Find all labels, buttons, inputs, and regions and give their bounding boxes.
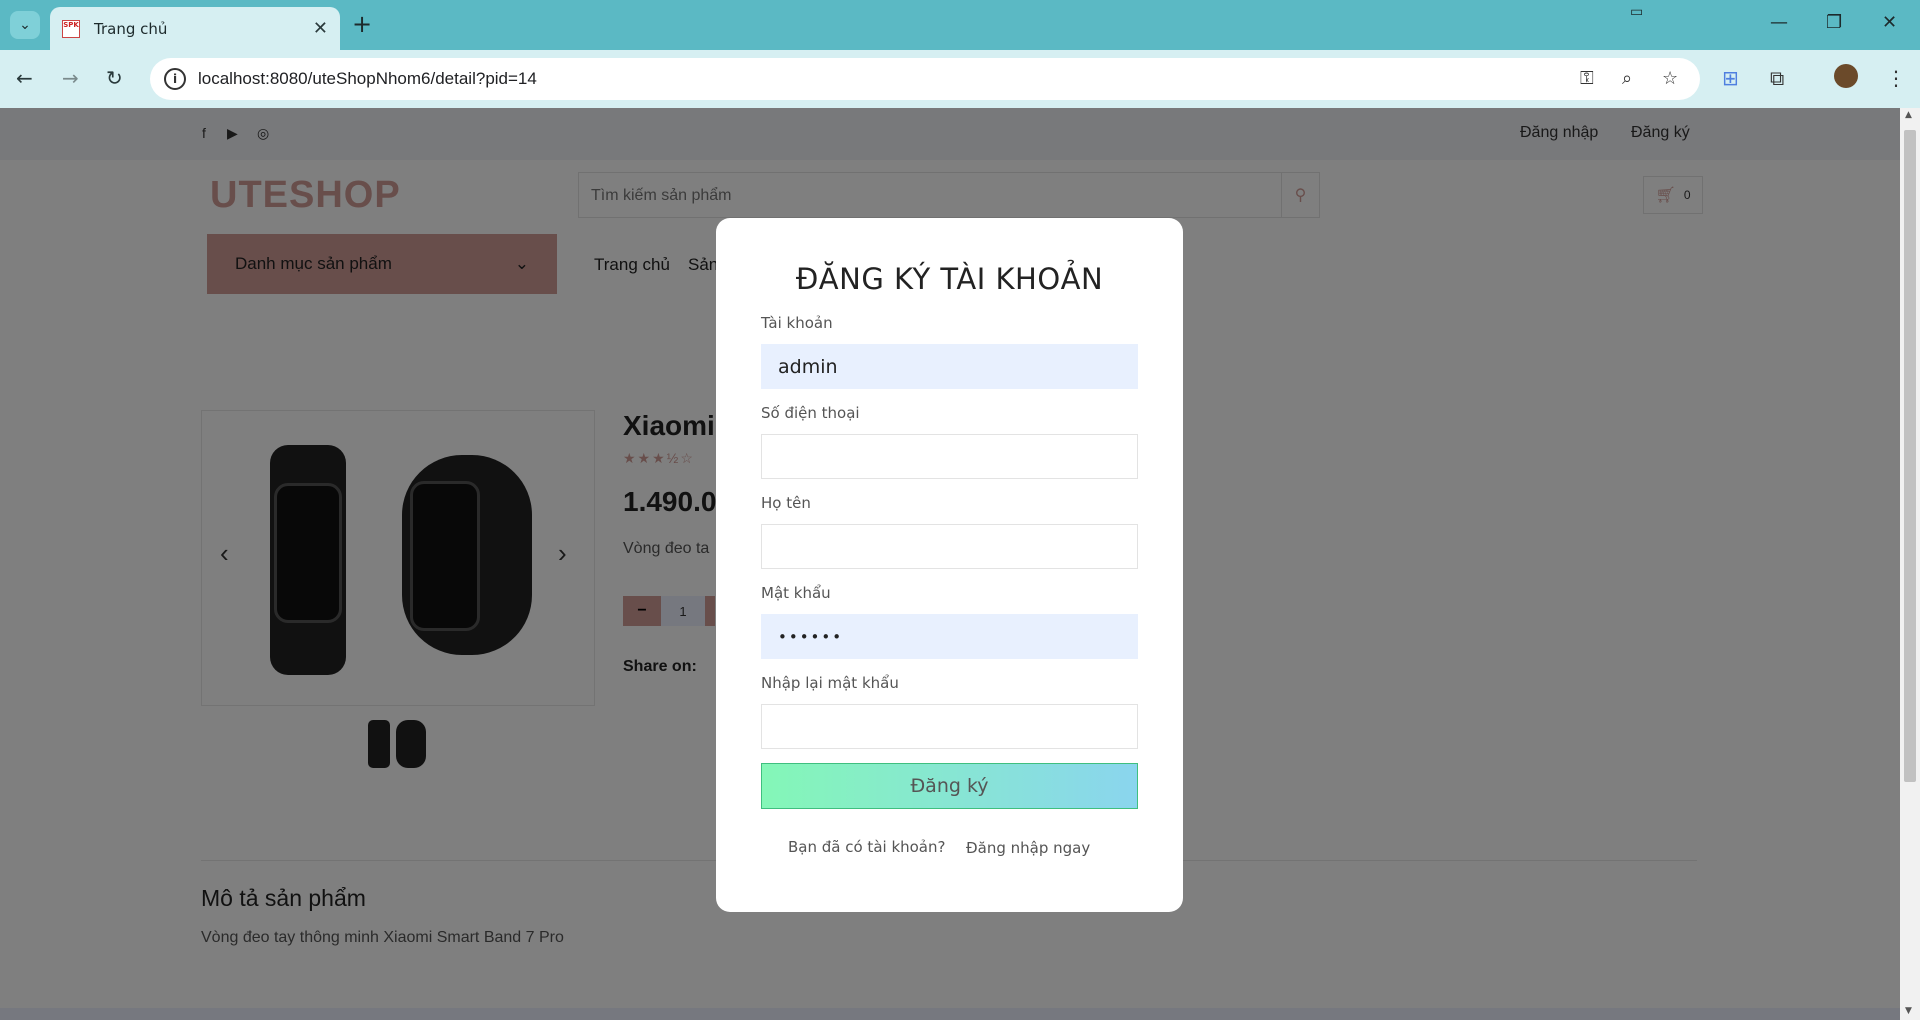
confirm-password-field[interactable] (761, 704, 1138, 749)
scroll-down-icon[interactable]: ▼ (1905, 1006, 1912, 1016)
close-window-button[interactable]: ✕ (1882, 12, 1897, 33)
restore-button[interactable]: ❐ (1826, 12, 1842, 33)
extensions-icon[interactable]: ⧉ (1770, 66, 1784, 90)
modal-title: ĐĂNG KÝ TÀI KHOẢN (795, 262, 1104, 296)
back-icon[interactable]: ← (16, 66, 33, 90)
bookmark-star-icon[interactable]: ☆ (1662, 68, 1678, 89)
register-button[interactable]: Đăng ký (761, 763, 1138, 809)
browser-tab[interactable]: SPK Trang chủ ✕ (50, 7, 340, 50)
scrollbar-thumb[interactable] (1904, 130, 1916, 782)
phone-field[interactable] (761, 434, 1138, 479)
key-icon[interactable]: ⚿ (1580, 68, 1594, 89)
password-label: Mật khẩu (761, 584, 831, 602)
login-now-link[interactable]: Đăng nhập ngay (966, 839, 1090, 857)
reload-icon[interactable]: ↻ (106, 66, 123, 90)
close-tab-icon[interactable]: ✕ (313, 18, 328, 39)
tab-title: Trang chủ (94, 19, 168, 38)
username-label: Tài khoản (761, 314, 833, 332)
omnibox[interactable]: i localhost:8080/uteShopNhom6/detail?pid… (150, 58, 1700, 100)
password-field[interactable]: •••••• (761, 614, 1138, 659)
tab-search-button[interactable]: ⌄ (10, 11, 40, 39)
register-modal: ĐĂNG KÝ TÀI KHOẢN Tài khoản admin Số điệ… (716, 218, 1183, 912)
scroll-up-icon[interactable]: ▲ (1905, 110, 1912, 120)
minimize-button[interactable]: — (1770, 12, 1788, 33)
address-bar-row: ← → ↻ i localhost:8080/uteShopNhom6/deta… (0, 50, 1920, 108)
new-tab-button[interactable]: + (352, 10, 372, 38)
site-info-icon[interactable]: i (164, 68, 186, 90)
forward-icon[interactable]: → (62, 66, 79, 90)
fullname-field[interactable] (761, 524, 1138, 569)
media-icon[interactable]: ▭ (1630, 4, 1643, 20)
browser-tabbar: ⌄ SPK Trang chủ ✕ + ▭ — ❐ ✕ (0, 0, 1920, 50)
profile-avatar[interactable] (1834, 64, 1858, 88)
fullname-label: Họ tên (761, 494, 811, 512)
chevron-down-icon: ⌄ (19, 17, 31, 33)
confirm-password-label: Nhập lại mật khẩu (761, 674, 899, 692)
phone-label: Số điện thoại (761, 404, 860, 422)
menu-dots-icon[interactable]: ⋮ (1886, 66, 1906, 90)
username-field[interactable]: admin (761, 344, 1138, 389)
scrollbar[interactable]: ▲ ▼ (1900, 108, 1920, 1020)
translate-icon[interactable]: ⊞ (1722, 66, 1739, 90)
favicon: SPK (62, 19, 80, 38)
have-account-text: Bạn đã có tài khoản? (788, 838, 946, 856)
zoom-icon[interactable]: ⌕ (1622, 68, 1632, 89)
url-text[interactable]: localhost:8080/uteShopNhom6/detail?pid=1… (198, 69, 537, 89)
